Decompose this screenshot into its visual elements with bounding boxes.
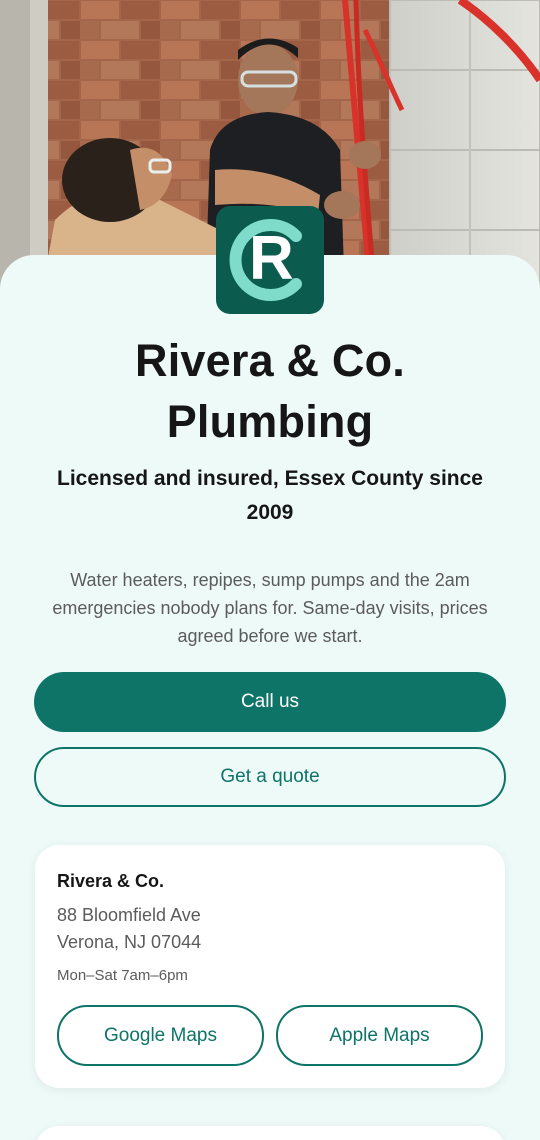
call-us-button[interactable]: Call us [34,672,506,732]
brand-logo-letter: R [249,224,294,293]
title-line-2: Plumbing [166,396,374,447]
location-name: Rivera & Co. [57,871,165,891]
title-line-1: Rivera & Co. [135,335,405,386]
description: Water heaters, repipes, sump pumps and t… [52,570,488,646]
location-card: Rivera & Co. 88 Bloomfield Ave Verona, N… [35,845,505,1088]
brand-logo: R [216,206,324,314]
page-title: Rivera & Co. Plumbing [0,330,540,452]
get-quote-button[interactable]: Get a quote [34,747,506,807]
tagline: Licensed and insured, Essex County since… [57,467,483,524]
next-card [35,1126,505,1140]
address-line-1: 88 Bloomfield Ave [57,905,201,925]
business-hours: Mon–Sat 7am–6pm [57,967,188,984]
address-line-2: Verona, NJ 07044 [57,932,202,952]
location-address: 88 Bloomfield Ave Verona, NJ 07044 [57,902,201,956]
google-maps-button[interactable]: Google Maps [57,1005,264,1066]
apple-maps-button[interactable]: Apple Maps [276,1005,483,1066]
